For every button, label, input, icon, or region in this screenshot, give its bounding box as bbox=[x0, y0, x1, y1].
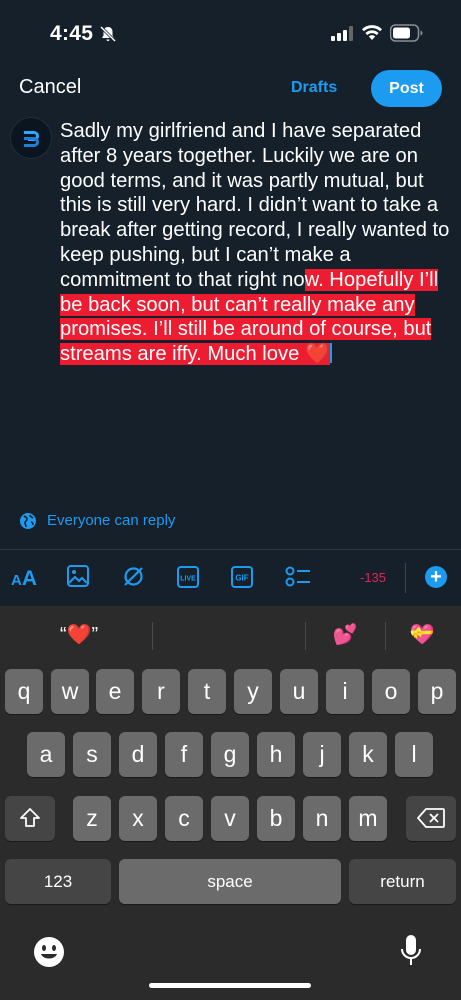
key-e[interactable]: e bbox=[96, 669, 134, 714]
key-n[interactable]: n bbox=[303, 796, 341, 841]
live-icon[interactable]: LIVE bbox=[177, 566, 199, 588]
post-text-editor[interactable]: Sadly my girlfriend and I have separated… bbox=[60, 119, 455, 367]
post-button[interactable]: Post bbox=[371, 70, 442, 107]
key-d[interactable]: d bbox=[119, 732, 157, 777]
cellular-signal-icon bbox=[331, 26, 353, 41]
cancel-button[interactable]: Cancel bbox=[19, 76, 81, 99]
text-size-icon[interactable]: AA bbox=[11, 567, 37, 591]
key-q[interactable]: q bbox=[5, 669, 43, 714]
key-w[interactable]: w bbox=[51, 669, 89, 714]
key-f[interactable]: f bbox=[165, 732, 203, 777]
space-key[interactable]: space bbox=[119, 859, 341, 904]
gif-icon[interactable]: GIF bbox=[231, 566, 253, 588]
key-a[interactable]: a bbox=[27, 732, 65, 777]
post-text-plain: Sadly my girlfriend and I have separated… bbox=[60, 120, 450, 291]
shift-icon bbox=[20, 808, 40, 827]
toolbar-divider bbox=[405, 563, 406, 593]
battery-icon bbox=[390, 24, 423, 42]
text-cursor bbox=[330, 343, 333, 364]
suggestion-divider bbox=[152, 622, 153, 650]
suggestion-2[interactable]: 💕 bbox=[315, 612, 375, 658]
globe-icon bbox=[20, 513, 36, 529]
character-count: -135 bbox=[360, 570, 387, 585]
text-size-large-glyph: A bbox=[21, 567, 38, 590]
key-y[interactable]: y bbox=[234, 669, 272, 714]
suggestion-3[interactable]: 💝 bbox=[392, 612, 452, 658]
text-size-small-glyph: A bbox=[11, 572, 22, 589]
add-thread-icon[interactable]: + bbox=[425, 566, 447, 588]
key-p[interactable]: p bbox=[418, 669, 456, 714]
shift-key[interactable] bbox=[5, 796, 55, 841]
status-time: 4:45 bbox=[50, 22, 94, 45]
backspace-icon bbox=[417, 808, 445, 828]
key-j[interactable]: j bbox=[303, 732, 341, 777]
profile-logo-icon bbox=[24, 131, 39, 147]
key-h[interactable]: h bbox=[257, 732, 295, 777]
status-bar: 4:45 bbox=[0, 0, 461, 70]
avatar[interactable] bbox=[10, 117, 52, 159]
backspace-key[interactable] bbox=[406, 796, 456, 841]
key-b[interactable]: b bbox=[257, 796, 295, 841]
live-icon-label: LIVE bbox=[180, 576, 196, 583]
suggestion-divider bbox=[305, 622, 306, 650]
drafts-button[interactable]: Drafts bbox=[291, 79, 337, 97]
poll-icon[interactable] bbox=[285, 565, 311, 589]
suggestion-1[interactable]: “❤️” bbox=[40, 612, 118, 658]
return-key[interactable]: return bbox=[349, 859, 456, 904]
emoji-icon[interactable] bbox=[33, 936, 65, 968]
gif-icon-label: GIF bbox=[235, 574, 248, 583]
suggestion-divider bbox=[385, 622, 386, 650]
reply-setting-label: Everyone can reply bbox=[47, 512, 176, 529]
key-m[interactable]: m bbox=[349, 796, 387, 841]
microphone-icon[interactable] bbox=[399, 934, 423, 970]
key-v[interactable]: v bbox=[211, 796, 249, 841]
image-icon[interactable] bbox=[66, 564, 90, 588]
key-l[interactable]: l bbox=[395, 732, 433, 777]
key-c[interactable]: c bbox=[165, 796, 203, 841]
key-k[interactable]: k bbox=[349, 732, 387, 777]
key-z[interactable]: z bbox=[73, 796, 111, 841]
numbers-key[interactable]: 123 bbox=[5, 859, 111, 904]
home-indicator bbox=[149, 983, 311, 988]
key-o[interactable]: o bbox=[372, 669, 410, 714]
key-g[interactable]: g bbox=[211, 732, 249, 777]
key-r[interactable]: r bbox=[142, 669, 180, 714]
bell-muted-icon bbox=[99, 25, 117, 43]
key-i[interactable]: i bbox=[326, 669, 364, 714]
gif-search-icon[interactable] bbox=[121, 564, 146, 589]
key-u[interactable]: u bbox=[280, 669, 318, 714]
wifi-icon bbox=[362, 25, 382, 40]
key-s[interactable]: s bbox=[73, 732, 111, 777]
key-t[interactable]: t bbox=[188, 669, 226, 714]
key-x[interactable]: x bbox=[119, 796, 157, 841]
